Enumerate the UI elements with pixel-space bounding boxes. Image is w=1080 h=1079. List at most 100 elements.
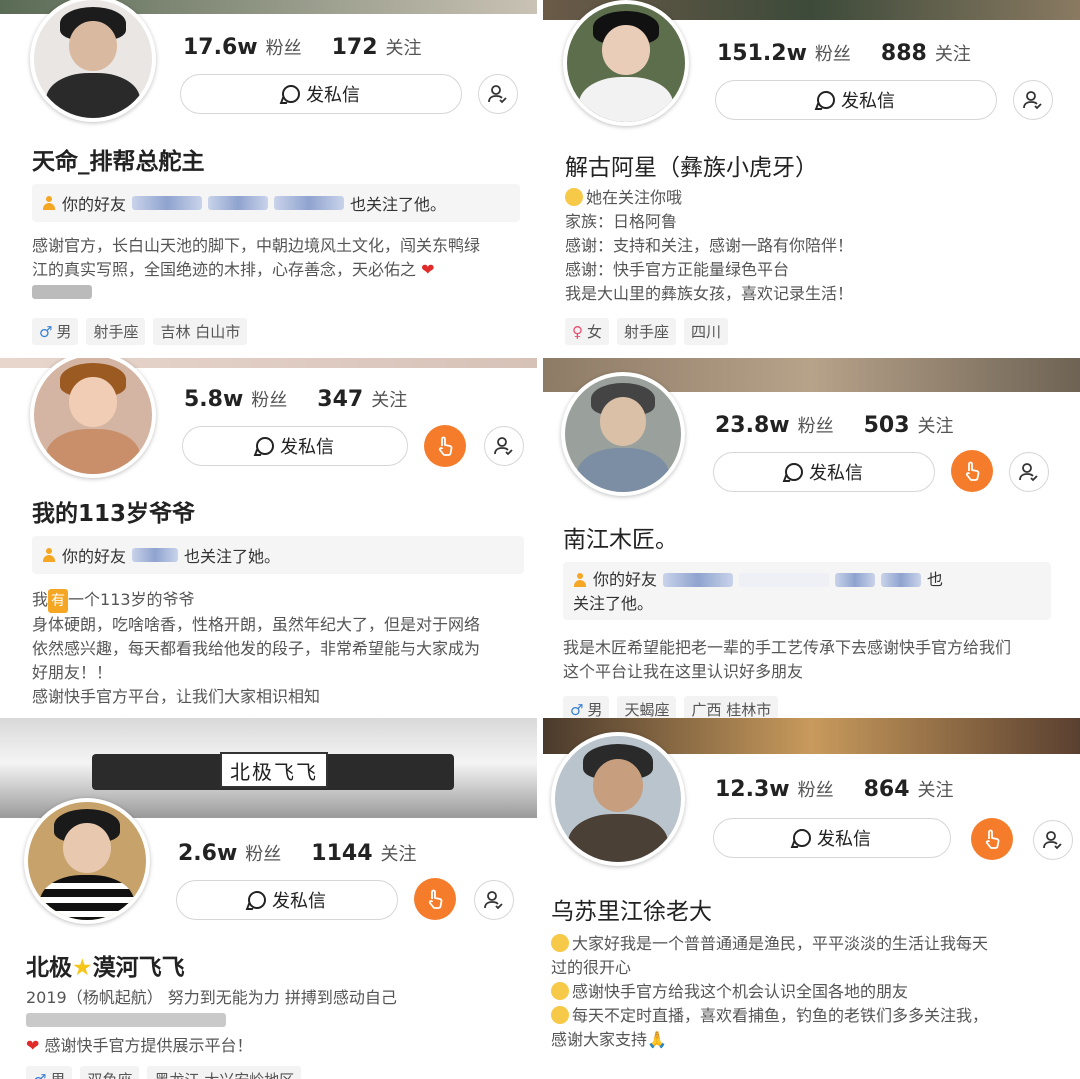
profile-bio: 感谢官方，长白山天池的脚下，中朝边境风土文化，闯关东鸭绿 江的真实写照，全国绝迹…	[32, 234, 480, 306]
tap-hand-icon	[428, 889, 443, 909]
send-message-label: 发私信	[306, 85, 360, 106]
profile-card-3: 5.8w 粉丝 347 关注 发私信 我的113岁爷爷 你的好友 也关注了她。 …	[0, 358, 537, 718]
send-message-label: 发私信	[841, 91, 895, 112]
heart-icon: ❤	[421, 260, 435, 279]
tap-hand-icon	[965, 461, 980, 481]
pray-icon: 🙏	[647, 1030, 667, 1049]
mutual-friends[interactable]: 你的好友 也关注了她。	[32, 536, 524, 574]
tap-hand-icon	[438, 436, 453, 456]
gender-tag: ♂男	[563, 696, 610, 718]
location-tag: 四川	[684, 318, 729, 345]
send-message-button[interactable]: 发私信	[715, 80, 997, 120]
user-check-icon	[1043, 831, 1062, 850]
follow-user-button[interactable]	[478, 74, 518, 114]
stats: 2.6w 粉丝 1144 关注	[178, 840, 439, 866]
send-message-label: 发私信	[817, 829, 871, 850]
send-message-button[interactable]: 发私信	[713, 452, 935, 492]
follow-user-button[interactable]	[1033, 820, 1073, 860]
live-action-button[interactable]	[424, 425, 466, 467]
gender-tag: ♂男	[26, 1066, 73, 1079]
star-icon: ★	[72, 955, 93, 981]
follow-count: 503	[863, 413, 910, 438]
stats: 23.8w 粉丝 503 关注	[715, 412, 976, 438]
profile-tags: ♂ 男 射手座 吉林 白山市	[32, 318, 248, 345]
profile-card-1: 17.6w 粉丝 172 关注 发私信 天命_排帮总舵主 你的好友 也关注了他。…	[0, 0, 537, 358]
profile-card-5: 北极飞飞 2.6w 粉丝 1144 关注 发私信 北极★漠河飞飞 2019（杨帆…	[0, 718, 537, 1079]
live-action-button[interactable]	[414, 878, 456, 920]
follow-user-button[interactable]	[1013, 80, 1053, 120]
smile-emoji-icon	[551, 934, 569, 952]
follow-count: 347	[317, 387, 364, 412]
profile-name: 解古阿星（彝族小虎牙）	[565, 155, 818, 181]
profile-card-2: 151.2w 粉丝 888 关注 发私信 解古阿星（彝族小虎牙） 她在关注你哦 …	[543, 0, 1080, 358]
follow-count: 888	[880, 41, 927, 66]
avatar[interactable]	[563, 0, 689, 126]
redacted-name	[132, 196, 203, 210]
heart-icon: ❤	[26, 1036, 40, 1055]
fans-label: 粉丝	[797, 780, 834, 801]
profile-name: 南江木匠。	[563, 527, 678, 553]
avatar[interactable]	[561, 372, 685, 496]
redacted-name	[208, 196, 269, 210]
send-message-label: 发私信	[272, 891, 326, 912]
chat-bubble-icon	[248, 891, 266, 909]
chat-bubble-icon	[282, 85, 300, 103]
follow-label: 关注	[917, 416, 954, 437]
fans-count: 5.8w	[184, 387, 244, 412]
avatar[interactable]	[551, 732, 685, 866]
send-message-button[interactable]: 发私信	[180, 74, 462, 114]
profile-bio: 大家好我是一个普普通通是渔民，平平淡淡的生活让我每天 过的很开心 感谢快手官方给…	[551, 934, 989, 1049]
live-action-button[interactable]	[951, 450, 993, 492]
smile-emoji-icon	[551, 982, 569, 1000]
user-check-icon	[484, 891, 503, 910]
follows-you-note: 她在关注你哦	[586, 188, 683, 207]
chat-bubble-icon	[793, 829, 811, 847]
user-check-icon	[488, 85, 507, 104]
profile-name: 天命_排帮总舵主	[32, 149, 205, 175]
send-message-button[interactable]: 发私信	[713, 818, 951, 858]
profile-bio: 2019（杨帆起航） 努力到无能为力 拼搏到感动自己 ❤ 感谢快手官方提供展示平…	[26, 988, 397, 1055]
fans-count: 17.6w	[183, 35, 258, 60]
follow-user-button[interactable]	[484, 426, 524, 466]
fans-count: 2.6w	[178, 841, 238, 866]
chat-bubble-icon	[817, 91, 835, 109]
mutual-friends[interactable]: 你的好友 也 关注了他。	[563, 562, 1051, 620]
avatar[interactable]	[30, 0, 156, 122]
send-message-button[interactable]: 发私信	[182, 426, 408, 466]
profile-name: 乌苏里江徐老大	[551, 899, 712, 925]
follow-user-button[interactable]	[1009, 452, 1049, 492]
redacted-name	[663, 573, 734, 587]
male-icon: ♂	[39, 322, 53, 341]
follow-count: 864	[863, 777, 910, 802]
redacted-name	[835, 573, 876, 587]
location-tag: 广西 桂林市	[684, 696, 779, 718]
fans-label: 粉丝	[251, 390, 288, 411]
zodiac-tag: 射手座	[617, 318, 677, 345]
redacted-text	[32, 285, 92, 299]
avatar[interactable]	[30, 358, 156, 478]
stats: 12.3w 粉丝 864 关注	[715, 776, 976, 802]
follow-count: 1144	[311, 841, 373, 866]
profile-tags: ♂ 男 天蝎座 广西 桂林市	[563, 696, 779, 718]
user-check-icon	[494, 437, 513, 456]
fans-label: 粉丝	[797, 416, 834, 437]
profile-bio: 我有一个113岁的爷爷 身体硬朗，吃啥啥香，性格开朗，虽然年纪大了，但是对于网络…	[32, 589, 481, 706]
fans-count: 23.8w	[715, 413, 790, 438]
profile-tags: ♂男 双鱼座 黑龙江 大兴安岭地区	[26, 1066, 302, 1079]
fans-label: 粉丝	[265, 38, 302, 59]
avatar[interactable]	[24, 798, 150, 924]
follow-label: 关注	[385, 38, 422, 59]
profile-name: 我的113岁爷爷	[32, 501, 196, 527]
gender-tag: ♀ 女	[565, 318, 610, 345]
send-message-button[interactable]: 发私信	[176, 880, 398, 920]
zodiac-tag: 双鱼座	[80, 1066, 140, 1079]
follow-user-button[interactable]	[474, 880, 514, 920]
fans-label: 粉丝	[814, 44, 851, 65]
mutual-friends[interactable]: 你的好友 也关注了他。	[32, 184, 520, 222]
live-action-button[interactable]	[971, 818, 1013, 860]
person-icon	[42, 196, 56, 210]
fans-label: 粉丝	[245, 844, 282, 865]
person-icon	[573, 573, 587, 587]
follow-label: 关注	[371, 390, 408, 411]
location-tag: 吉林 白山市	[153, 318, 248, 345]
